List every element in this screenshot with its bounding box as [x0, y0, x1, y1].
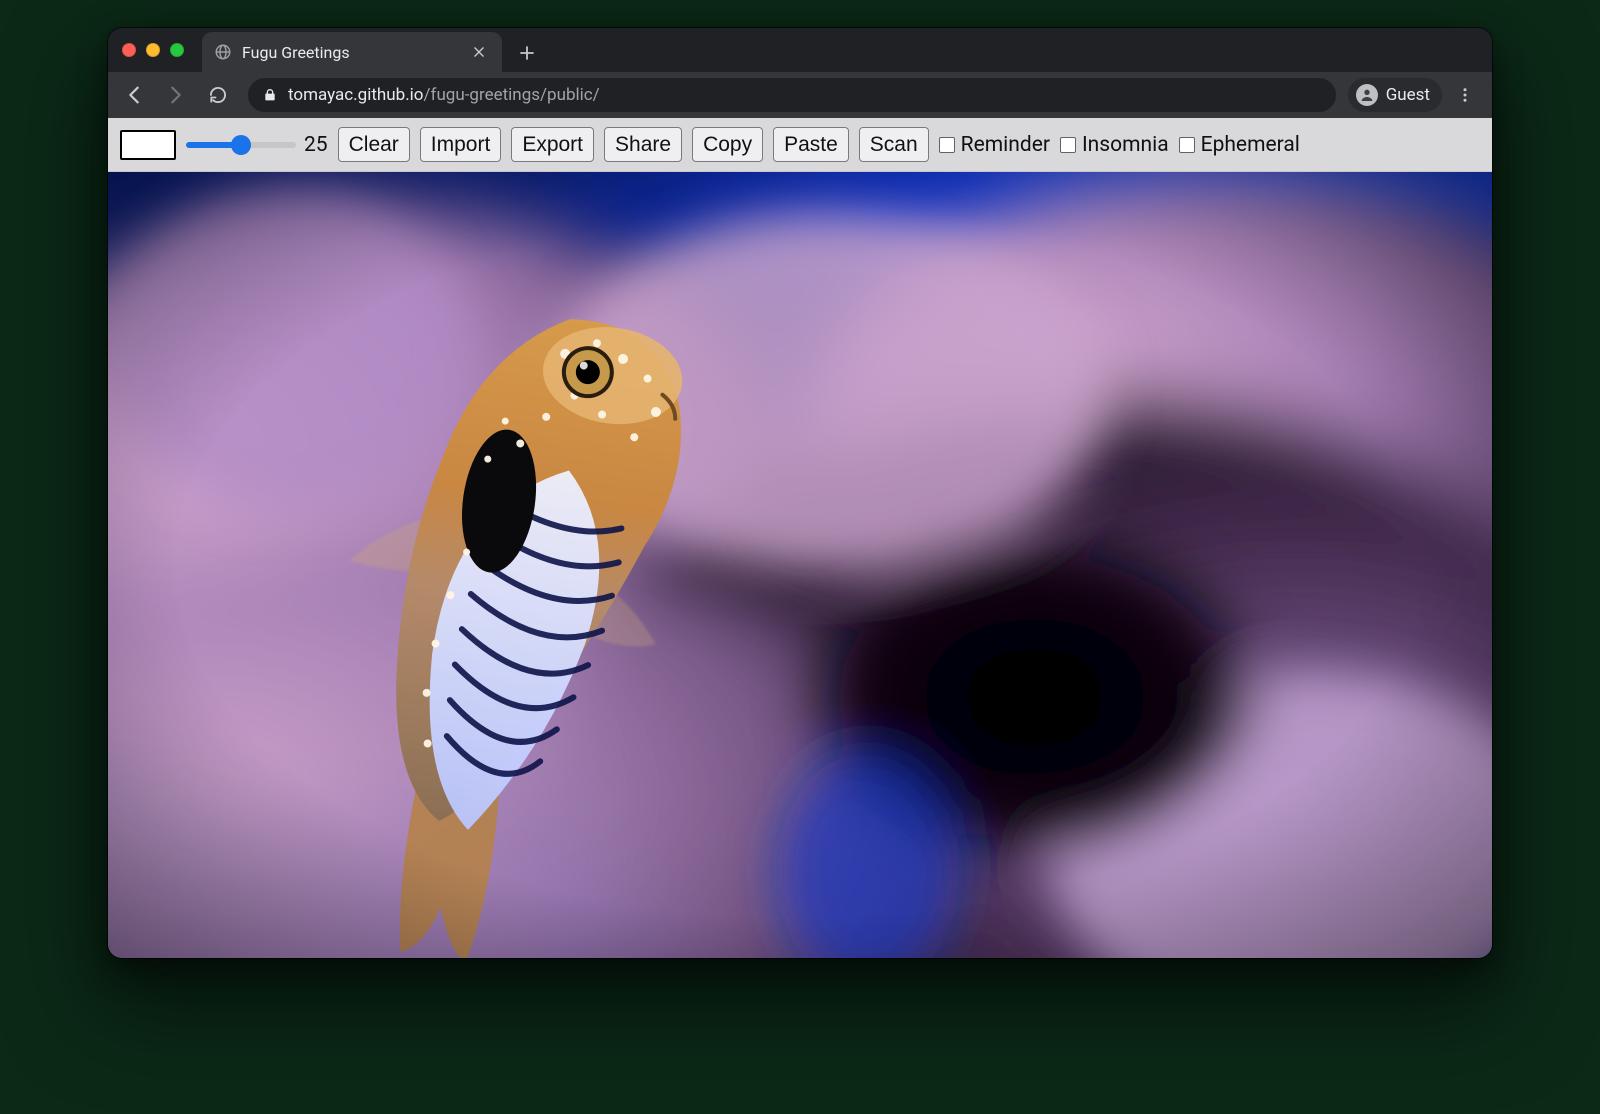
address-bar: tomayac.github.io/fugu-greetings/public/… — [108, 72, 1492, 118]
scan-button[interactable]: Scan — [859, 127, 929, 162]
profile-chip[interactable]: Guest — [1348, 78, 1442, 112]
insomnia-input[interactable] — [1060, 137, 1076, 153]
paste-button[interactable]: Paste — [773, 127, 849, 162]
canvas-area[interactable] — [108, 172, 1492, 958]
insomnia-checkbox[interactable]: Insomnia — [1060, 133, 1169, 157]
url-text: tomayac.github.io/fugu-greetings/public/ — [288, 85, 1322, 105]
import-button[interactable]: Import — [420, 127, 502, 162]
window-minimize-button[interactable] — [146, 43, 160, 57]
titlebar: Fugu Greetings — [108, 28, 1492, 72]
reminder-checkbox[interactable]: Reminder — [939, 133, 1050, 157]
copy-button[interactable]: Copy — [692, 127, 763, 162]
ephemeral-label: Ephemeral — [1201, 133, 1300, 157]
reminder-label: Reminder — [961, 133, 1050, 157]
window-controls — [122, 43, 184, 57]
url-path: /fugu-greetings/public/ — [424, 85, 600, 105]
brush-size-slider[interactable] — [186, 142, 296, 148]
reminder-input[interactable] — [939, 137, 955, 153]
app-toolbar: 25 Clear Import Export Share Copy Paste … — [108, 118, 1492, 172]
export-button[interactable]: Export — [511, 127, 594, 162]
tab-title: Fugu Greetings — [242, 43, 460, 62]
new-tab-button[interactable] — [512, 38, 542, 68]
window-close-button[interactable] — [122, 43, 136, 57]
browser-window: Fugu Greetings — [108, 28, 1492, 958]
forward-button[interactable] — [158, 77, 194, 113]
back-button[interactable] — [116, 77, 152, 113]
menu-button[interactable] — [1448, 78, 1482, 112]
ephemeral-input[interactable] — [1179, 137, 1195, 153]
ephemeral-checkbox[interactable]: Ephemeral — [1179, 133, 1300, 157]
browser-tab[interactable]: Fugu Greetings — [202, 32, 502, 72]
brush-size-value: 25 — [304, 133, 328, 157]
lock-icon — [262, 87, 278, 103]
share-button[interactable]: Share — [604, 127, 682, 162]
tab-close-icon[interactable] — [470, 43, 488, 61]
reload-button[interactable] — [200, 77, 236, 113]
insomnia-label: Insomnia — [1082, 133, 1169, 157]
brush-size-control: 25 — [186, 133, 328, 157]
omnibox[interactable]: tomayac.github.io/fugu-greetings/public/ — [248, 78, 1336, 112]
globe-icon — [214, 43, 232, 61]
clear-button[interactable]: Clear — [338, 127, 410, 162]
window-fullscreen-button[interactable] — [170, 43, 184, 57]
profile-label: Guest — [1386, 85, 1430, 105]
color-swatch[interactable] — [120, 130, 176, 160]
user-icon — [1356, 84, 1378, 106]
url-host: tomayac.github.io — [288, 85, 424, 105]
